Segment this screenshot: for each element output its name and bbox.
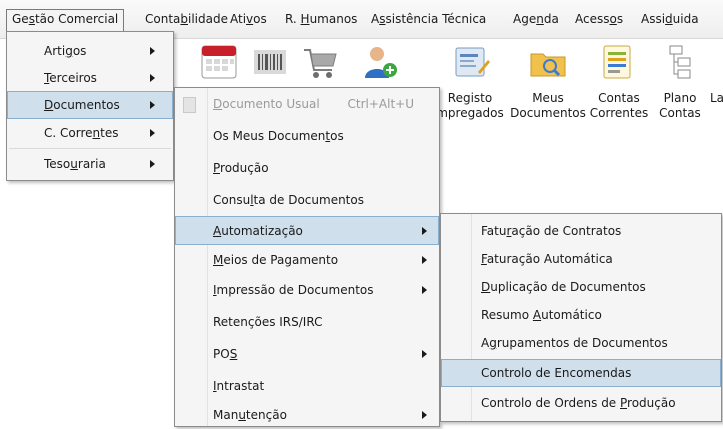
menu-item-controlo-de-ordens-de-producao[interactable]: Controlo de Ordens de Produção xyxy=(441,389,721,417)
gestao-comercial-menu: Artigos Terceiros Documentos C. Corrente… xyxy=(6,31,174,181)
menu-item-pos[interactable]: POS xyxy=(175,338,439,370)
menu-item-controlo-de-encomendas[interactable]: Controlo de Encomendas xyxy=(441,359,721,387)
ribbon-label-truncated[interactable]: La xyxy=(710,91,723,106)
menu-item-c-correntes[interactable]: C. Correntes xyxy=(7,120,173,146)
submenu-arrow-icon xyxy=(422,256,427,264)
menu-item-automatizacao[interactable]: Automatização xyxy=(175,216,439,245)
menu-item-terceiros[interactable]: Terceiros xyxy=(7,65,173,91)
my-documents-icon[interactable] xyxy=(528,42,568,82)
ribbon-label-meus-documentos[interactable]: Meus Documentos xyxy=(508,91,588,121)
menu-item-retencoes-irs-irc[interactable]: Retenções IRS/IRC xyxy=(175,306,439,338)
submenu-arrow-icon xyxy=(150,129,155,137)
menu-item-tesouraria[interactable]: Tesouraria xyxy=(7,151,173,177)
menu-item-agrupamentos-de-documentos[interactable]: Agrupamentos de Documentos xyxy=(441,329,721,357)
menu-item-faturacao-automatica[interactable]: Faturação Automática xyxy=(441,245,721,273)
submenu-arrow-icon xyxy=(150,47,155,55)
menu-item-consulta-de-documentos[interactable]: Consulta de Documentos xyxy=(175,184,439,216)
menu-item-meios-de-pagamento[interactable]: Meios de Pagamento xyxy=(175,246,439,274)
menubar-ativos[interactable]: Ativos xyxy=(225,9,272,31)
automatizacao-menu: Faturação de Contratos Faturação Automát… xyxy=(440,213,722,422)
submenu-arrow-icon xyxy=(150,74,155,82)
menubar-recursos-humanos[interactable]: R. Humanos xyxy=(280,9,362,31)
ribbon-label-plano-contas[interactable]: Plano Contas xyxy=(654,91,706,121)
menubar-assistencia-tecnica[interactable]: Assistência Técnica xyxy=(366,9,491,31)
menu-item-producao[interactable]: Produção xyxy=(175,152,439,184)
submenu-arrow-icon xyxy=(422,411,427,419)
calendar-icon[interactable] xyxy=(200,42,240,82)
shopping-cart-icon[interactable] xyxy=(300,42,340,82)
add-user-icon[interactable] xyxy=(360,42,400,82)
menu-item-artigos[interactable]: Artigos xyxy=(7,38,173,64)
current-accounts-icon[interactable] xyxy=(598,42,638,82)
documentos-menu: Documento Usual Ctrl+Alt+U Os Meus Docum… xyxy=(174,87,440,427)
menubar-acessos[interactable]: Acessos xyxy=(570,9,628,31)
menu-item-intrastat[interactable]: Intrastat xyxy=(175,370,439,402)
submenu-arrow-icon xyxy=(150,160,155,168)
menu-item-manutencao[interactable]: Manutenção xyxy=(175,401,439,429)
menu-item-os-meus-documentos[interactable]: Os Meus Documentos xyxy=(175,120,439,152)
submenu-arrow-icon xyxy=(150,101,155,109)
menu-separator xyxy=(9,148,171,149)
submenu-arrow-icon xyxy=(422,350,427,358)
menubar-gestao-comercial[interactable]: Gestão Comercial xyxy=(6,9,125,31)
chart-of-accounts-icon[interactable] xyxy=(660,42,700,82)
ribbon-label-contas-correntes[interactable]: Contas Correntes xyxy=(586,91,652,121)
menu-item-resumo-automatico[interactable]: Resumo Automático xyxy=(441,301,721,329)
menu-item-impressao-de-documentos[interactable]: Impressão de Documentos xyxy=(175,274,439,306)
menu-item-duplicacao-de-documentos[interactable]: Duplicação de Documentos xyxy=(441,273,721,301)
submenu-arrow-icon xyxy=(422,286,427,294)
document-icon xyxy=(183,97,196,113)
menu-item-documento-usual[interactable]: Documento Usual Ctrl+Alt+U xyxy=(175,90,439,118)
register-employees-icon[interactable] xyxy=(452,42,492,82)
barcode-icon[interactable] xyxy=(250,42,290,82)
menubar-contabilidade[interactable]: Contabilidade xyxy=(140,9,233,31)
menubar-assiduidade[interactable]: Assiduida xyxy=(636,9,704,31)
menubar-agenda[interactable]: Agenda xyxy=(508,9,564,31)
menu-item-documentos[interactable]: Documentos xyxy=(7,91,173,119)
menu-item-faturacao-de-contratos[interactable]: Faturação de Contratos xyxy=(441,217,721,245)
submenu-arrow-icon xyxy=(422,226,427,235)
